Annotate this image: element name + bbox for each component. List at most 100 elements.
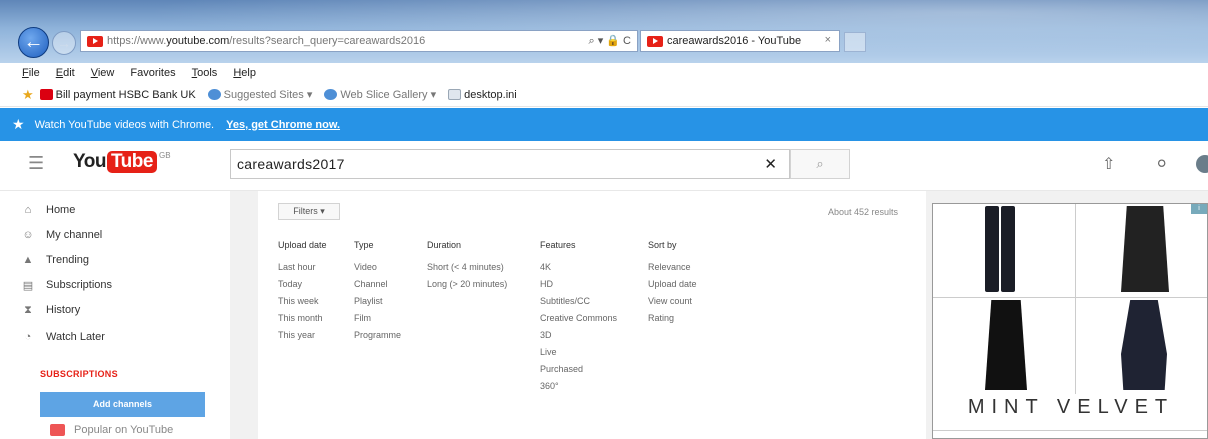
- filter-option[interactable]: 4K: [540, 262, 617, 279]
- sidebar-item-popular[interactable]: Popular on YouTube: [50, 424, 173, 436]
- trousers-image: [985, 206, 999, 292]
- favorite-label: Suggested Sites ▾: [223, 89, 313, 101]
- favorite-label: Bill payment HSBC Bank UK: [55, 88, 196, 101]
- sidebar-item-subscriptions[interactable]: ▤ Subscriptions: [23, 279, 112, 292]
- file-icon: [448, 89, 462, 100]
- filter-option[interactable]: Film: [354, 313, 401, 330]
- filter-column-upload-date: Upload date Last hour Today This week This m…: [278, 240, 327, 347]
- address-actions-icon[interactable]: ⌕ ▾ 🔒 C: [589, 34, 632, 48]
- trousers-image: [1001, 206, 1015, 292]
- filter-option[interactable]: Today: [278, 279, 327, 296]
- chrome-promo-bar: ★ Watch YouTube videos with Chrome. Yes,…: [0, 108, 1208, 141]
- notifications-bell-icon[interactable]: ⚪: [1155, 154, 1168, 174]
- filter-option[interactable]: Upload date: [648, 279, 697, 296]
- filter-option[interactable]: Purchased: [540, 364, 617, 381]
- search-input[interactable]: careawards2017 ✕: [230, 149, 790, 179]
- menu-item[interactable]: Help: [233, 67, 256, 79]
- add-channels-button[interactable]: Add channels: [40, 392, 205, 417]
- ad-brand-name[interactable]: MINT VELVET: [933, 396, 1207, 426]
- menu-item[interactable]: Edit: [56, 67, 75, 79]
- filter-option[interactable]: Rating: [648, 313, 697, 330]
- clear-search-icon[interactable]: ✕: [764, 155, 777, 173]
- menu-item[interactable]: View: [91, 67, 115, 79]
- ad-divider: [1075, 204, 1076, 394]
- filter-option[interactable]: This week: [278, 296, 327, 313]
- favorite-link[interactable]: Web Slice Gallery ▾: [324, 88, 436, 101]
- filter-option[interactable]: Long (> 20 minutes): [427, 279, 507, 296]
- filter-option[interactable]: Last hour: [278, 262, 327, 279]
- filter-column-features: Features 4K HD Subtitles/CC Creative Commons…: [540, 240, 617, 398]
- filter-option[interactable]: Relevance: [648, 262, 697, 279]
- tab-youtube[interactable]: careawards2016 - YouTube ×: [640, 30, 840, 52]
- filter-column-header: Features: [540, 240, 576, 250]
- long-skirt-image: [985, 300, 1027, 390]
- menu-label: ools: [197, 67, 218, 79]
- filter-option[interactable]: Video: [354, 262, 401, 279]
- menu-item[interactable]: File: [22, 67, 40, 79]
- flame-icon: ▲: [22, 254, 34, 266]
- menu-item[interactable]: Favorites: [130, 67, 175, 79]
- home-icon: ⌂: [24, 204, 32, 216]
- ad-product-grid[interactable]: [933, 204, 1207, 394]
- hsbc-icon: [39, 89, 53, 100]
- avatar[interactable]: [1196, 155, 1208, 173]
- filter-option[interactable]: This year: [278, 330, 327, 347]
- filter-column-header: Duration: [427, 240, 462, 250]
- filter-option[interactable]: Playlist: [354, 296, 401, 313]
- filter-option[interactable]: HD: [540, 279, 617, 296]
- sidebar-item-my-channel[interactable]: ☺ My channel: [22, 229, 102, 241]
- tab-close-icon[interactable]: ×: [825, 34, 831, 46]
- youtube-favicon-icon: [647, 35, 663, 47]
- youtube-favicon-icon: [87, 35, 103, 47]
- sidebar-item-home[interactable]: ⌂ Home: [25, 204, 76, 216]
- subscriptions-heading: SUBSCRIPTIONS: [40, 369, 118, 379]
- sidebar-item-watch-later[interactable]: ◔ Watch Later: [25, 331, 105, 343]
- get-chrome-link[interactable]: Yes, get Chrome now.: [226, 119, 340, 131]
- filter-column-header: Type: [354, 240, 374, 250]
- favorite-link[interactable]: Bill payment HSBC Bank UK: [39, 88, 196, 101]
- filter-option[interactable]: View count: [648, 296, 697, 313]
- filter-option[interactable]: Channel: [354, 279, 401, 296]
- menu-item[interactable]: Tools: [192, 67, 218, 79]
- address-url[interactable]: https://www.youtube.com/results?search_q…: [107, 35, 537, 47]
- filter-option[interactable]: Live: [540, 347, 617, 364]
- favorite-label: desktop.ini: [464, 88, 517, 101]
- new-tab-button[interactable]: [844, 32, 866, 52]
- ad-info-icon[interactable]: i: [1191, 204, 1207, 214]
- menu-label: dit: [63, 67, 75, 79]
- filter-option[interactable]: 3D: [540, 330, 617, 347]
- favorites-bar: ★ Bill payment HSBC Bank UK Suggested Sit…: [0, 83, 1208, 107]
- hourglass-icon: ⧗: [24, 303, 32, 316]
- filter-column-header: Upload date: [278, 240, 327, 250]
- address-bar[interactable]: https://www.youtube.com/results?search_q…: [80, 30, 638, 52]
- favorite-link[interactable]: desktop.ini: [448, 89, 517, 101]
- advertisement[interactable]: MINT VELVET i: [932, 203, 1208, 439]
- logo-you: You: [73, 151, 106, 172]
- guide-menu-icon[interactable]: ☰: [28, 153, 44, 174]
- sidebar-item-history[interactable]: ⧗ History: [24, 304, 80, 317]
- menu-accelerator: E: [55, 67, 64, 79]
- back-button[interactable]: ←: [18, 27, 49, 58]
- filter-option[interactable]: This month: [278, 313, 327, 330]
- filters-button[interactable]: Filters ▾: [278, 203, 340, 220]
- filter-option[interactable]: Subtitles/CC: [540, 296, 617, 313]
- youtube-header: ☰ You Tube GB careawards2017 ✕ ⌕ ⇧ ⚪: [0, 141, 1208, 191]
- ad-footer: [933, 430, 1207, 438]
- sidebar-item-label: Popular on YouTube: [74, 424, 174, 436]
- search-value[interactable]: careawards2017: [237, 156, 345, 172]
- filter-column-duration: Duration Short (< 4 minutes) Long (> 20 mi…: [427, 240, 507, 296]
- sidebar-item-trending[interactable]: ▲ Trending: [23, 254, 89, 266]
- favorite-link[interactable]: Suggested Sites ▾: [207, 88, 313, 101]
- search-button[interactable]: ⌕: [790, 149, 850, 179]
- promo-text: Watch YouTube videos with Chrome.: [34, 118, 215, 131]
- filter-option[interactable]: 360°: [540, 381, 617, 398]
- filter-option[interactable]: Programme: [354, 330, 401, 347]
- menu-accelerator: V: [90, 67, 98, 79]
- filter-option[interactable]: Short (< 4 minutes): [427, 262, 507, 279]
- filter-option[interactable]: Creative Commons: [540, 313, 617, 330]
- favorites-star-icon[interactable]: ★: [22, 87, 34, 103]
- logo-tube: Tube: [106, 151, 157, 173]
- youtube-logo[interactable]: You Tube GB: [73, 151, 171, 173]
- forward-button[interactable]: →: [52, 31, 76, 55]
- upload-icon[interactable]: ⇧: [1102, 154, 1115, 174]
